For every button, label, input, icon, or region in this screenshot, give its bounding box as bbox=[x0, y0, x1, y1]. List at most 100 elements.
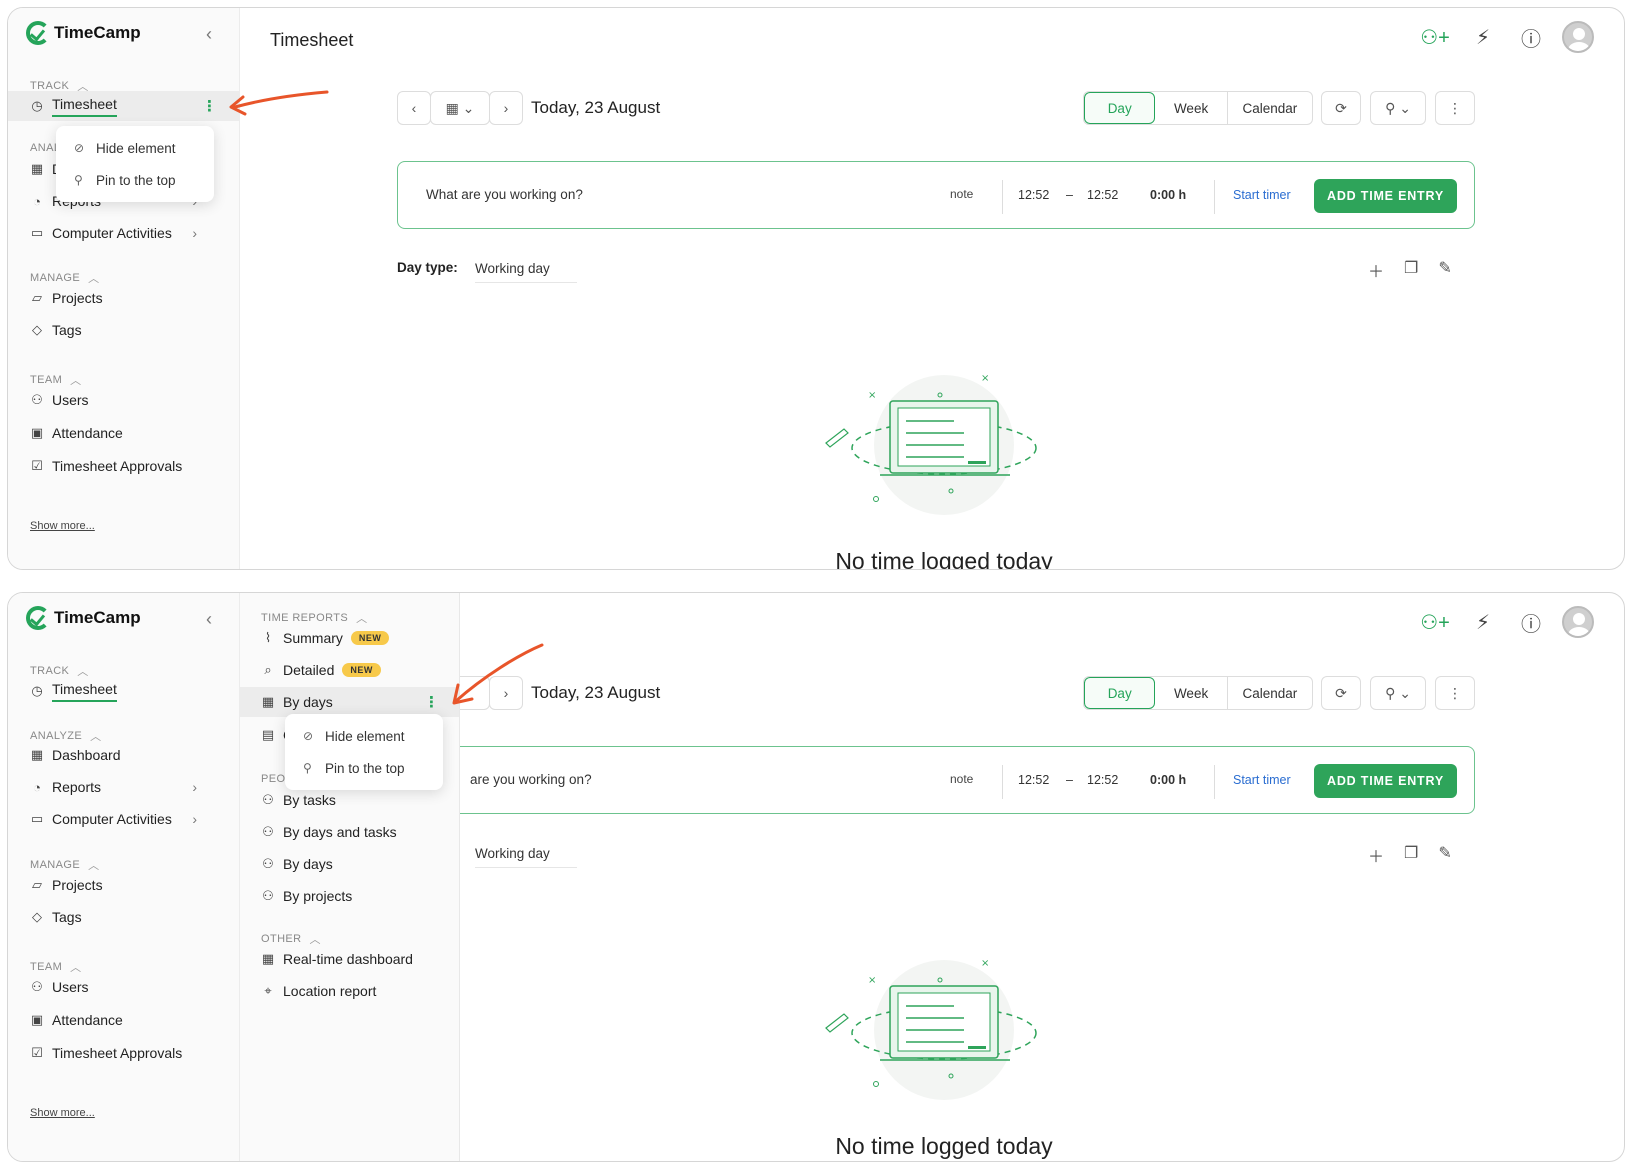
kebab-menu-icon[interactable]: ⋮ bbox=[424, 693, 439, 711]
start-timer-link[interactable]: Start timer bbox=[1233, 188, 1291, 202]
duration-input[interactable]: 0:00 h bbox=[1150, 188, 1186, 202]
more-options-button[interactable]: ⋮ bbox=[1435, 676, 1475, 710]
sidebar-item-tags[interactable]: ◇ Tags bbox=[8, 315, 239, 345]
entry-description-input[interactable]: What are you working on? bbox=[426, 187, 583, 202]
note-button[interactable]: note bbox=[950, 187, 973, 201]
note-button[interactable]: note bbox=[950, 772, 973, 786]
collapse-sidebar-icon[interactable]: ‹ bbox=[206, 609, 212, 630]
copy-icon[interactable]: ❐ bbox=[1404, 843, 1418, 867]
view-calendar-button[interactable]: Calendar bbox=[1228, 677, 1312, 709]
view-week-button[interactable]: Week bbox=[1155, 92, 1228, 124]
show-more-link[interactable]: Show more... bbox=[30, 1107, 95, 1119]
end-time-input[interactable]: 12:52 bbox=[1087, 773, 1118, 787]
divider bbox=[1214, 765, 1215, 799]
day-type-label: Day type: bbox=[397, 260, 458, 275]
report-realtime-dashboard[interactable]: ▦ Real-time dashboard bbox=[240, 944, 459, 974]
sidebar-item-computer-activities[interactable]: ▭ Computer Activities › bbox=[8, 804, 239, 834]
show-more-link[interactable]: Show more... bbox=[30, 520, 95, 532]
report-location[interactable]: ⌖ Location report bbox=[240, 976, 459, 1006]
tag-icon: ◇ bbox=[32, 909, 42, 924]
add-time-entry-button[interactable]: ADD TIME ENTRY bbox=[1314, 764, 1457, 798]
empty-state: × × No time logged today bbox=[814, 958, 1074, 1160]
logo[interactable]: TimeCamp bbox=[26, 606, 141, 630]
logo[interactable]: TimeCamp bbox=[26, 21, 141, 45]
sidebar-item-computer-activities[interactable]: ▭ Computer Activities › bbox=[8, 218, 239, 248]
header-actions: ⚇+ ⚡ ⓘ bbox=[1418, 20, 1594, 54]
divider bbox=[1002, 765, 1003, 799]
time-entry-bar: are you working on? note 12:52 – 12:52 0… bbox=[397, 746, 1475, 814]
duration-input[interactable]: 0:00 h bbox=[1150, 773, 1186, 787]
date-picker-button[interactable]: ▦ ⌄ bbox=[430, 91, 490, 125]
sidebar-item-users[interactable]: ⚇ Users bbox=[8, 385, 239, 415]
end-time-input[interactable]: 12:52 bbox=[1087, 188, 1118, 202]
report-summary[interactable]: ⌇ Summary NEW bbox=[240, 623, 459, 653]
more-icon: ⋮ bbox=[1448, 99, 1462, 116]
user-filter-button[interactable]: ⚲ ⌄ bbox=[1370, 676, 1426, 710]
collapse-sidebar-icon[interactable]: ‹ bbox=[206, 24, 212, 45]
divider bbox=[1002, 180, 1003, 214]
people-report-icon: ⚇ bbox=[262, 856, 274, 871]
avatar[interactable] bbox=[1562, 21, 1594, 53]
user-filter-button[interactable]: ⚲ ⌄ bbox=[1370, 91, 1426, 125]
sidebar-item-projects[interactable]: ▱ Projects bbox=[8, 870, 239, 900]
edit-icon[interactable]: ✎ bbox=[1438, 258, 1451, 282]
sidebar-item-timesheet[interactable]: ◷ Timesheet bbox=[8, 676, 239, 706]
sidebar-item-projects[interactable]: ▱ Projects bbox=[8, 283, 239, 313]
reports-icon: ◔ bbox=[33, 779, 41, 795]
edit-icon[interactable]: ✎ bbox=[1438, 843, 1451, 867]
add-time-entry-button[interactable]: ADD TIME ENTRY bbox=[1314, 179, 1457, 213]
sidebar-item-timesheet-approvals[interactable]: ☑ Timesheet Approvals bbox=[8, 1038, 239, 1068]
plug-icon[interactable]: ⚡ bbox=[1466, 20, 1500, 54]
kebab-menu-icon[interactable]: ⋮ bbox=[202, 97, 217, 115]
pin-icon: ⚲ bbox=[303, 761, 312, 775]
sidebar-item-attendance[interactable]: ▣ Attendance bbox=[8, 418, 239, 448]
help-icon[interactable]: ⓘ bbox=[1514, 20, 1548, 54]
report-people-by-days[interactable]: ⚇ By days bbox=[240, 849, 459, 879]
pin-to-top-option[interactable]: ⚲ Pin to the top bbox=[56, 164, 214, 196]
report-by-projects[interactable]: ⚇ By projects bbox=[240, 881, 459, 911]
view-week-button[interactable]: Week bbox=[1155, 677, 1228, 709]
view-day-button[interactable]: Day bbox=[1084, 92, 1156, 124]
calendar-icon: ▦ bbox=[261, 694, 275, 709]
refresh-button[interactable]: ⟳ bbox=[1321, 676, 1361, 710]
help-icon[interactable]: ⓘ bbox=[1514, 605, 1548, 639]
pin-icon: ⚲ bbox=[74, 173, 83, 187]
avatar[interactable] bbox=[1562, 606, 1594, 638]
plus-icon[interactable]: ＋ bbox=[1368, 843, 1384, 867]
sidebar-item-tags[interactable]: ◇ Tags bbox=[8, 902, 239, 932]
context-menu: ⊘ Hide element ⚲ Pin to the top bbox=[56, 126, 214, 202]
next-day-button[interactable]: › bbox=[489, 91, 523, 125]
sidebar-item-dashboard[interactable]: ▦ Dashboard bbox=[8, 740, 239, 770]
report-by-days[interactable]: ▦ By days ⋮ bbox=[240, 687, 459, 717]
hide-element-option[interactable]: ⊘ Hide element bbox=[56, 132, 214, 164]
view-day-button[interactable]: Day bbox=[1084, 677, 1156, 709]
pin-to-top-option[interactable]: ⚲ Pin to the top bbox=[285, 752, 443, 784]
chevron-right-icon: › bbox=[503, 100, 509, 116]
plus-icon[interactable]: ＋ bbox=[1368, 258, 1384, 282]
add-user-icon[interactable]: ⚇+ bbox=[1418, 605, 1452, 639]
day-type-select[interactable]: Working day bbox=[475, 261, 577, 283]
sidebar-item-timesheet-approvals[interactable]: ☑ Timesheet Approvals bbox=[8, 451, 239, 481]
add-user-icon[interactable]: ⚇+ bbox=[1418, 20, 1452, 54]
view-calendar-button[interactable]: Calendar bbox=[1228, 92, 1312, 124]
prev-day-button[interactable]: ‹ bbox=[397, 91, 431, 125]
start-time-input[interactable]: 12:52 bbox=[1018, 188, 1049, 202]
plug-icon[interactable]: ⚡ bbox=[1466, 605, 1500, 639]
screenshot-bottom: TimeCamp ‹ TRACK ︿ ◷ Timesheet ANALYZE ︿ ▦ D… bbox=[7, 592, 1625, 1162]
start-timer-link[interactable]: Start timer bbox=[1233, 773, 1291, 787]
report-by-days-and-tasks[interactable]: ⚇ By days and tasks bbox=[240, 817, 459, 847]
refresh-button[interactable]: ⟳ bbox=[1321, 91, 1361, 125]
start-time-input[interactable]: 12:52 bbox=[1018, 773, 1049, 787]
report-detailed[interactable]: ⌕ Detailed NEW bbox=[240, 655, 459, 685]
sidebar-item-reports[interactable]: ◔Reports› bbox=[8, 772, 239, 802]
empty-illustration: × × bbox=[825, 373, 1037, 515]
entry-description-input[interactable]: are you working on? bbox=[470, 772, 592, 787]
more-options-button[interactable]: ⋮ bbox=[1435, 91, 1475, 125]
more-icon: ⋮ bbox=[1448, 684, 1462, 701]
day-type-select[interactable]: Working day bbox=[475, 846, 577, 868]
copy-icon[interactable]: ❐ bbox=[1404, 258, 1418, 282]
hide-element-option[interactable]: ⊘ Hide element bbox=[285, 720, 443, 752]
sidebar-item-timesheet[interactable]: ◷ Timesheet ⋮ bbox=[8, 91, 239, 121]
sidebar-item-users[interactable]: ⚇ Users bbox=[8, 972, 239, 1002]
sidebar-item-attendance[interactable]: ▣ Attendance bbox=[8, 1005, 239, 1035]
